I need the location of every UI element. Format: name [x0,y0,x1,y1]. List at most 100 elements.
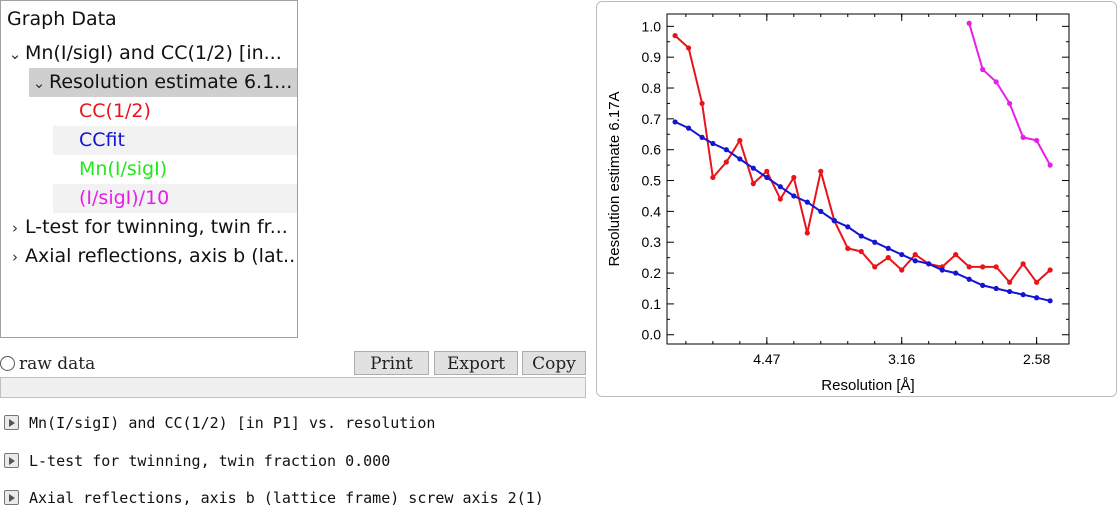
data-point [912,258,918,264]
export-button[interactable]: Export [434,351,518,375]
x-tick-label: 4.47 [753,351,780,367]
tree-item-resolution-estimate[interactable]: ⌄ Resolution estimate 6.1... [29,68,297,97]
data-point [993,79,999,85]
data-point [685,125,692,131]
data-point [723,159,729,165]
data-point [699,100,705,107]
tree-item-label: L-test for twinning, twin fr... [25,216,288,238]
log-entry-text: Mn(I/sigI) and CC(1/2) [in P1] vs. resol… [29,414,436,432]
resolution-chart: 0.0 0.1 0.2 0.3 0.4 0.5 0.6 0.7 0.8 0.9 1.0 4.47 3.1… [606,13,1070,394]
tree-leaf-cc-half[interactable]: CC(1/2) [53,97,297,126]
data-point [912,251,918,258]
data-point [953,251,959,258]
data-point [764,168,770,174]
expand-icon[interactable] [4,453,19,468]
data-point [723,147,729,153]
plot-frame [666,13,1070,345]
data-point [1020,292,1026,298]
expand-icon[interactable] [4,415,19,430]
data-point [872,239,878,245]
tree-leaf-label: (I/sigI)/10 [79,187,170,209]
tree-item-mn-cc[interactable]: ⌄ Mn(I/sigI) and CC(1/2) [in... [5,39,282,68]
data-point [966,20,972,26]
data-point [685,45,692,51]
data-point [980,264,986,270]
y-tick-label: 0.0 [642,327,662,343]
data-point [1034,295,1040,301]
chevron-right-icon[interactable]: › [5,243,25,271]
data-point [672,32,678,39]
tree-leaf-label: CCfit [79,129,125,151]
data-point [966,264,972,270]
data-point [845,245,851,251]
data-point [737,156,743,162]
data-point [872,264,878,270]
data-point [966,276,972,282]
data-point [831,218,837,224]
data-point [777,196,783,202]
x-tick-label: 2.58 [1023,351,1050,367]
data-point [885,245,891,251]
graph-panel[interactable]: 0.0 0.1 0.2 0.3 0.4 0.5 0.6 0.7 0.8 0.9 1.0 4.47 3.1… [596,1,1117,397]
tree-leaf-isigi-10[interactable]: (I/sigI)/10 [53,184,297,213]
data-point [750,165,756,171]
chevron-down-icon[interactable]: ⌄ [5,40,25,68]
data-point [993,285,999,292]
tree-leaf-label: CC(1/2) [79,100,151,122]
data-point [993,264,999,270]
y-axis-label: Resolution estimate 6.17A [606,91,623,266]
tree-item-label: Axial reflections, axis b (lat... [25,245,298,267]
data-point [764,174,770,181]
data-point [980,66,986,73]
tree-leaf-mn-isigi[interactable]: Mn(I/sigI) [53,155,297,184]
raw-data-label: raw data [19,354,96,374]
data-point [791,193,797,199]
raw-data-radio[interactable]: raw data [0,352,95,376]
log-entry[interactable]: L-test for twinning, twin fraction 0.000 [4,450,390,472]
x-tick-label: 3.16 [888,351,915,367]
data-point [1047,162,1053,168]
data-point [1020,261,1026,267]
y-tick-label: 0.7 [642,111,662,127]
tree-item-axial-reflections[interactable]: › Axial reflections, axis b (lat... [5,242,298,271]
copy-button[interactable]: Copy [522,351,586,375]
log-entry[interactable]: Mn(I/sigI) and CC(1/2) [in P1] vs. resol… [4,412,435,434]
data-point [1020,134,1026,140]
data-point [858,233,864,239]
y-tick-label: 0.4 [642,203,662,219]
y-tick-label: 0.8 [642,80,662,96]
data-point [777,184,783,190]
print-button[interactable]: Print [354,351,429,375]
data-point [737,137,743,144]
radio-icon[interactable] [0,355,15,371]
data-point [1007,100,1013,107]
data-point [672,119,678,125]
tree-item-l-test[interactable]: › L-test for twinning, twin fr... [5,213,288,242]
data-point [750,181,756,187]
tree-item-label: Resolution estimate 6.1... [49,71,293,93]
y-tick-label: 0.1 [642,296,662,312]
chevron-down-icon[interactable]: ⌄ [29,69,49,97]
data-point [899,251,905,258]
y-tick-label: 0.3 [642,234,662,250]
data-point [980,282,986,289]
tree-leaf-label: Mn(I/sigI) [79,158,168,180]
y-tick-label: 0.5 [642,173,662,189]
data-point [885,255,891,261]
chevron-right-icon[interactable]: › [5,214,25,242]
tree-leaf-ccfit[interactable]: CCfit [53,126,297,155]
tree-item-label: Mn(I/sigI) and CC(1/2) [in... [25,42,282,64]
y-tick-label: 0.9 [642,49,662,65]
graph-data-tree[interactable]: Graph Data ⌄ Mn(I/sigI) and CC(1/2) [in..… [0,0,298,338]
x-axis-label: Resolution [Å] [821,377,914,394]
data-point [899,267,905,273]
data-point [1007,279,1013,285]
log-entry[interactable]: Axial reflections, axis b (lattice frame… [4,487,544,509]
status-bar [0,377,586,398]
data-point [699,134,705,140]
data-point [939,267,945,273]
data-point [804,199,810,205]
data-point [1034,137,1040,144]
data-point [818,208,824,214]
expand-icon[interactable] [4,490,19,505]
